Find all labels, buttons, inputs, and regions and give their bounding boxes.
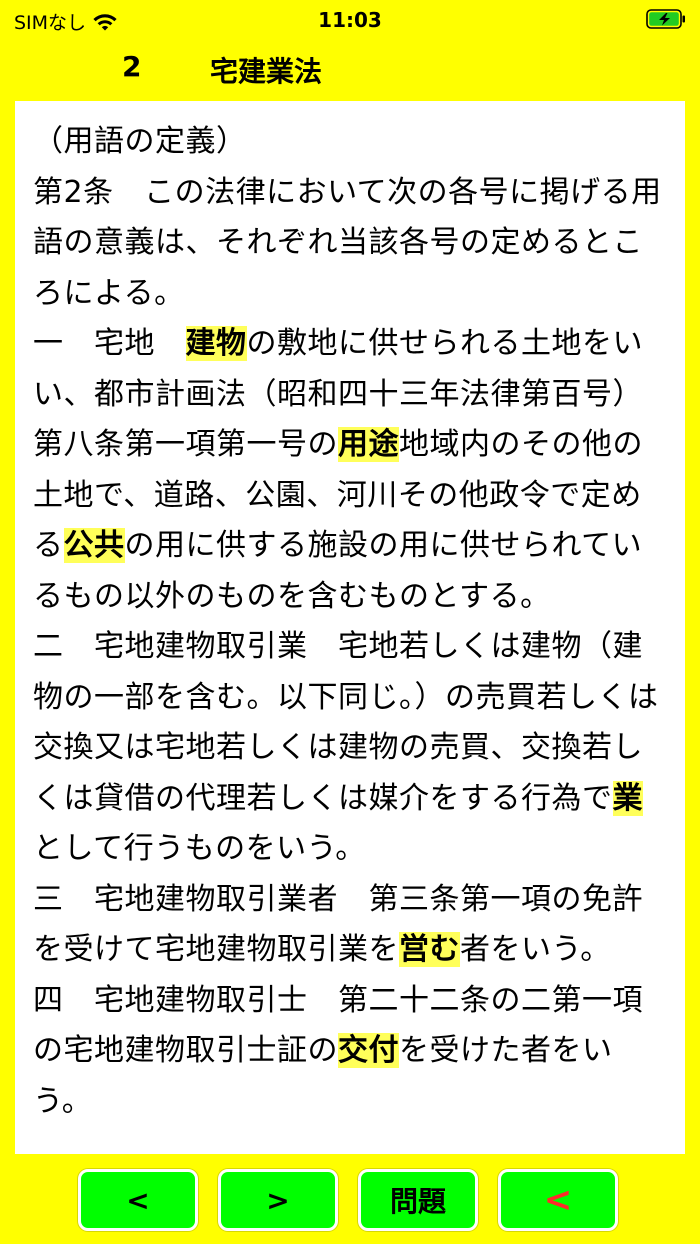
- status-bar: SIMなし 11:03: [0, 0, 700, 38]
- article-text-segment: （用語の定義）: [33, 124, 247, 159]
- back-button[interactable]: <: [498, 1169, 618, 1231]
- highlighted-term: 営む: [399, 932, 460, 967]
- previous-button[interactable]: <: [78, 1169, 198, 1231]
- next-button[interactable]: >: [218, 1169, 338, 1231]
- article-text-segment: 二 宅地建物取引業 宅地若しくは建物（建物の一部を含む。以下同じ。）の売買若しく…: [33, 629, 659, 816]
- article-panel[interactable]: （用語の定義） 第2条 この法律において次の各号に掲げる用語の意義は、それぞれ当該…: [15, 101, 685, 1154]
- highlighted-term: 業: [612, 780, 643, 816]
- article-text-segment: の用に供する施設の用に供せられているもの以外のものを含むものとする。: [33, 528, 643, 614]
- title-bar: 2 宅建業法: [0, 40, 700, 98]
- bottom-toolbar: < > 問題 <: [0, 1166, 700, 1236]
- battery-charging-icon: [646, 9, 685, 29]
- article-text-segment: 第2条 この法律において次の各号に掲げる用語の意義は、それぞれ当該各号の定めると…: [33, 174, 662, 311]
- highlighted-term: 公共: [63, 528, 125, 563]
- article-text-segment: として行うものをいう。: [33, 831, 366, 866]
- highlighted-term: 用途: [338, 427, 399, 462]
- question-button[interactable]: 問題: [358, 1169, 478, 1231]
- highlighted-term: 交付: [338, 1033, 399, 1068]
- article-number: 2: [122, 50, 142, 83]
- clock-time: 11:03: [318, 8, 382, 32]
- page-title: 宅建業法: [210, 55, 323, 88]
- article-text: （用語の定義） 第2条 この法律において次の各号に掲げる用語の意義は、それぞれ当該…: [33, 117, 667, 1127]
- article-text-segment: 者をいう。: [460, 932, 611, 967]
- highlighted-term: 建物: [185, 326, 247, 361]
- article-text-segment: 一 宅地: [33, 326, 186, 361]
